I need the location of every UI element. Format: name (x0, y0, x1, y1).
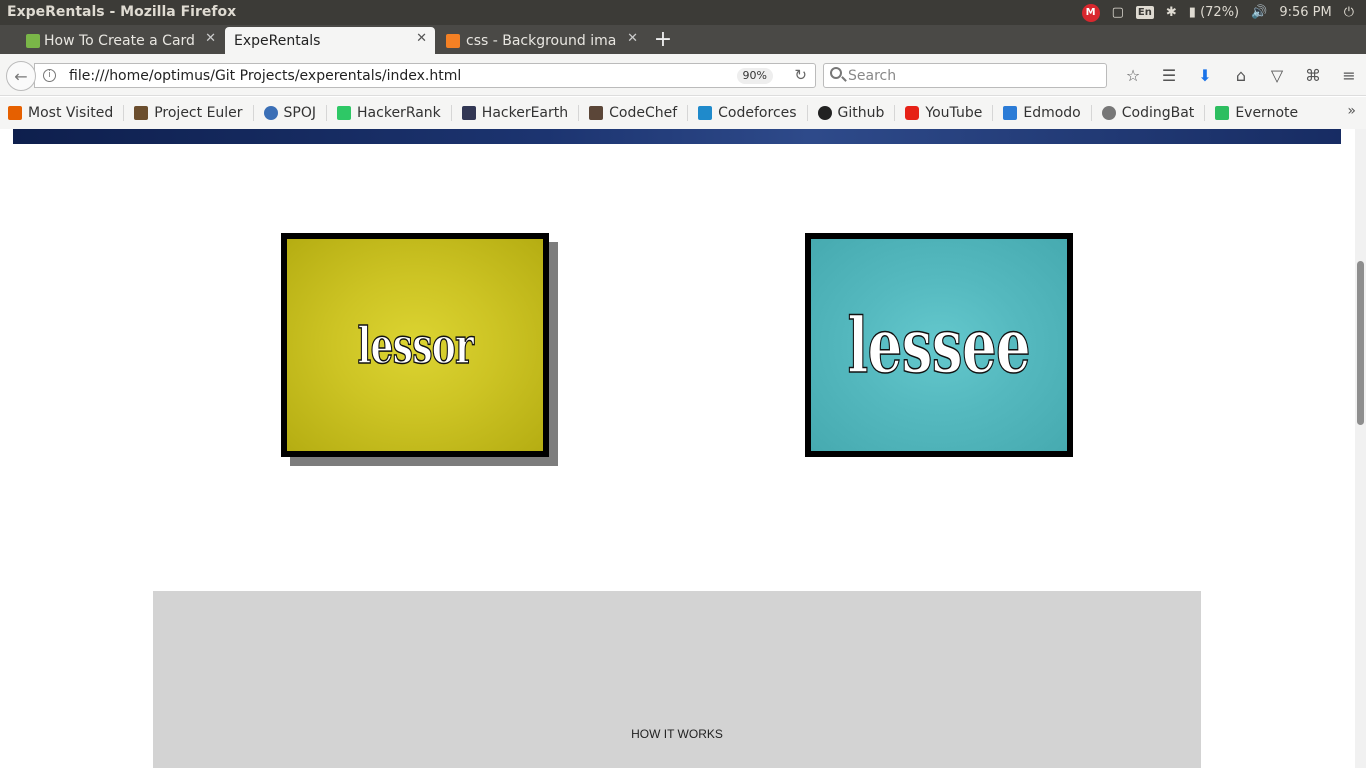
search-input[interactable]: Search (823, 63, 1107, 88)
extension-icon[interactable]: ⌘ (1295, 66, 1331, 85)
codingbat-icon (1101, 106, 1116, 120)
codeforces-icon (698, 106, 713, 120)
bookmark-codeforces[interactable]: Codeforces (698, 105, 808, 121)
lessor-card[interactable]: lessor (281, 233, 549, 457)
hackerearth-icon (461, 106, 476, 120)
bookmark-evernote[interactable]: Evernote (1215, 105, 1308, 121)
scrollbar-thumb[interactable] (1357, 261, 1364, 425)
url-bar[interactable]: i file:///home/optimus/Git Projects/expe… (34, 63, 816, 88)
lessee-card-label: lessee (847, 300, 1031, 391)
bookmark-hackerearth[interactable]: HackerEarth (461, 105, 580, 121)
pocket-icon[interactable]: ▽ (1259, 66, 1295, 85)
url-text[interactable]: file:///home/optimus/Git Projects/expere… (69, 68, 461, 84)
mega-icon[interactable]: M (1081, 3, 1100, 22)
close-tab-icon[interactable]: ✕ (627, 31, 638, 46)
w3schools-favicon-icon (26, 34, 40, 48)
battery-percent: (72%) (1200, 5, 1240, 20)
battery-indicator[interactable]: ▮ (72%) (1189, 5, 1239, 20)
back-button[interactable]: ← (6, 61, 36, 91)
evernote-icon (1215, 106, 1230, 120)
clock[interactable]: 9:56 PM (1279, 5, 1331, 20)
bookmark-youtube[interactable]: YouTube (905, 105, 994, 121)
close-tab-icon[interactable]: ✕ (416, 31, 427, 46)
new-tab-button[interactable]: + (652, 25, 674, 54)
bookmark-github[interactable]: Github (817, 105, 896, 121)
bookmark-spoj[interactable]: SPOJ (263, 105, 328, 121)
github-icon (817, 106, 832, 120)
back-arrow-icon: ← (14, 66, 28, 86)
toolbar-icons: ☆ ☰ ⬇ ⌂ ▽ ⌘ ≡ (1115, 63, 1366, 88)
os-top-panel: ExpeRentals - Mozilla Firefox M ▢ En ✱ ▮… (0, 0, 1366, 25)
codechef-icon (589, 106, 604, 120)
network-icon[interactable]: ▢ (1112, 5, 1124, 20)
volume-icon[interactable]: 🔊 (1251, 5, 1267, 20)
reload-icon[interactable]: ↻ (794, 66, 807, 84)
hero-banner (13, 129, 1341, 144)
bookmark-codingbat[interactable]: CodingBat (1101, 105, 1206, 121)
bookmarks-overflow-chevron-icon[interactable]: » (1347, 103, 1356, 119)
bookmark-most-visited[interactable]: Most Visited (8, 105, 125, 121)
close-tab-icon[interactable]: ✕ (205, 31, 216, 46)
search-icon (830, 67, 842, 79)
project-euler-icon (134, 106, 149, 120)
bookmarks-toolbar: Most Visited Project Euler SPOJ HackerRa… (0, 97, 1366, 129)
lessee-card[interactable]: lessee (805, 233, 1073, 457)
window-title: ExpeRentals - Mozilla Firefox (7, 4, 237, 20)
bookmark-codechef[interactable]: CodeChef (589, 105, 689, 121)
page-scrollbar[interactable] (1355, 129, 1366, 768)
youtube-icon (905, 106, 920, 120)
tab-experentals[interactable]: ExpeRentals ✕ (225, 27, 435, 54)
tab-how-to-create-card[interactable]: How To Create a Card v ✕ (20, 27, 224, 54)
how-it-works-heading: HOW IT WORKS (631, 727, 723, 741)
tab-css-background-image[interactable]: css - Background imag ✕ (438, 27, 646, 54)
downloads-icon[interactable]: ⬇ (1187, 66, 1223, 85)
edmodo-icon (1003, 106, 1018, 120)
bluetooth-icon[interactable]: ✱ (1166, 5, 1177, 20)
bookmark-star-icon[interactable]: ☆ (1115, 66, 1151, 85)
keyboard-language-indicator[interactable]: En (1135, 6, 1154, 19)
info-icon[interactable]: i (43, 69, 56, 82)
zoom-level-badge[interactable]: 90% (736, 68, 773, 84)
page-viewport: lessor lessee HOW IT WORKS (0, 129, 1355, 768)
hackerrank-icon (337, 106, 352, 120)
hamburger-menu-icon[interactable]: ≡ (1331, 66, 1366, 85)
most-visited-icon (8, 106, 22, 120)
lessor-card-label: lessor (357, 315, 475, 376)
power-icon[interactable]: ⏻ (1344, 5, 1354, 20)
home-icon[interactable]: ⌂ (1223, 66, 1259, 85)
reading-list-icon[interactable]: ☰ (1151, 66, 1187, 85)
spoj-icon (263, 106, 278, 120)
system-tray: M ▢ En ✱ ▮ (72%) 🔊 9:56 PM ⏻ (1081, 0, 1366, 25)
tab-strip: How To Create a Card v ✕ ExpeRentals ✕ c… (0, 25, 1366, 54)
how-it-works-section: HOW IT WORKS (153, 591, 1201, 768)
bookmark-hackerrank[interactable]: HackerRank (337, 105, 452, 121)
bookmark-project-euler[interactable]: Project Euler (134, 105, 254, 121)
bookmark-edmodo[interactable]: Edmodo (1003, 105, 1092, 121)
stackoverflow-favicon-icon (446, 34, 460, 48)
navigation-toolbar: i file:///home/optimus/Git Projects/expe… (0, 54, 1366, 96)
